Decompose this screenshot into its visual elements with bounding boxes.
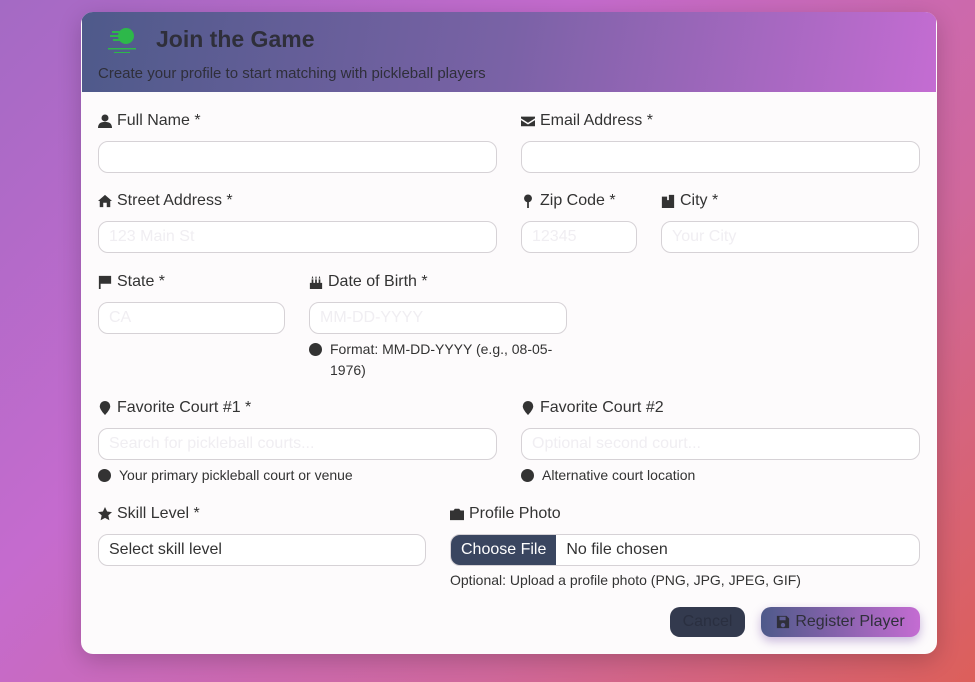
registration-modal: Join the Game Create your profile to sta… [81, 12, 937, 654]
info-icon [98, 469, 111, 482]
modal-title: Join the Game [156, 26, 315, 52]
city-icon [661, 194, 675, 208]
photo-help: Optional: Upload a profile photo (PNG, J… [450, 572, 801, 588]
skill-label: Skill Level * [98, 505, 200, 523]
map-pin-icon [524, 194, 532, 208]
modal-header: Join the Game Create your profile to sta… [82, 12, 936, 92]
street-label: Street Address * [98, 192, 233, 210]
photo-label: Profile Photo [450, 505, 561, 523]
register-player-button[interactable]: Register Player [761, 607, 920, 637]
choose-file-button[interactable]: Choose File [451, 535, 557, 565]
state-input[interactable] [98, 302, 285, 334]
birthday-cake-icon [309, 275, 323, 289]
city-label: City * [661, 192, 718, 210]
street-input[interactable] [98, 221, 497, 253]
state-label: State * [98, 273, 165, 291]
map-marker-icon [99, 401, 111, 415]
court1-input[interactable] [98, 428, 497, 460]
modal-subtitle: Create your profile to start matching wi… [98, 65, 486, 82]
court2-input[interactable] [521, 428, 920, 460]
logo [108, 28, 136, 53]
map-marker-icon [522, 401, 534, 415]
photo-file-input[interactable]: Choose File No file chosen [450, 534, 920, 566]
dob-help: Format: MM-DD-YYYY (e.g., 08-05-1976) [309, 339, 559, 381]
info-icon [521, 469, 534, 482]
full-name-input[interactable] [98, 141, 497, 173]
email-label: Email Address * [521, 112, 653, 130]
city-input[interactable] [661, 221, 919, 253]
save-icon [777, 615, 790, 629]
cancel-button[interactable]: Cancel [670, 607, 745, 637]
home-icon [98, 194, 112, 208]
file-status: No file chosen [566, 541, 668, 558]
zip-label: Zip Code * [521, 192, 616, 210]
full-name-label: Full Name * [98, 112, 201, 130]
court1-label: Favorite Court #1 * [98, 399, 251, 417]
skill-select[interactable]: Select skill level [98, 534, 426, 566]
info-icon [309, 343, 322, 356]
envelope-icon [521, 116, 535, 127]
email-input[interactable] [521, 141, 920, 173]
user-icon [98, 114, 112, 128]
zip-input[interactable] [521, 221, 637, 253]
flag-icon [98, 275, 112, 289]
court2-help: Alternative court location [521, 465, 695, 486]
court2-label: Favorite Court #2 [521, 399, 664, 417]
star-icon [98, 507, 112, 521]
court1-help: Your primary pickleball court or venue [98, 465, 353, 486]
dob-input[interactable] [309, 302, 567, 334]
camera-icon [450, 508, 464, 521]
dob-label: Date of Birth * [309, 273, 428, 291]
